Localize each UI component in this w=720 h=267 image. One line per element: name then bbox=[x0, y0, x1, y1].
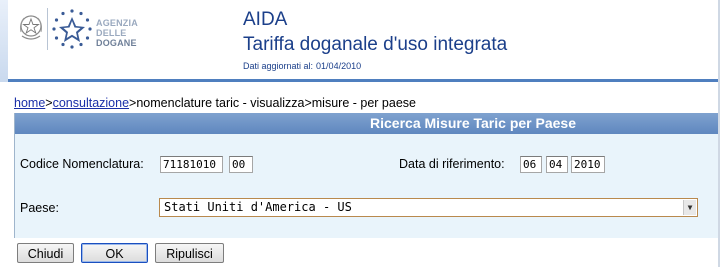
chevron-down-icon[interactable]: ▼ bbox=[683, 200, 696, 215]
breadcrumb-home-link[interactable]: home bbox=[14, 96, 45, 110]
logo-divider bbox=[47, 8, 48, 50]
app-subtitle: Tariffa doganale d'uso integrata bbox=[243, 34, 508, 55]
panel-title: Ricerca Misure Taric per Paese bbox=[15, 113, 720, 134]
data-month-input[interactable]: 04 bbox=[546, 156, 568, 173]
search-form-panel: Ricerca Misure Taric per Paese Codice No… bbox=[14, 113, 720, 238]
breadcrumb-separator: > bbox=[45, 96, 53, 110]
italian-republic-emblem-icon bbox=[19, 15, 43, 40]
ok-button[interactable]: OK bbox=[81, 243, 148, 263]
codice-suffix-input[interactable]: 00 bbox=[229, 156, 253, 173]
agency-line-3: DOGANE bbox=[96, 38, 137, 48]
agency-name: AGENZIA DELLE DOGANE bbox=[96, 18, 138, 48]
paese-label: Paese: bbox=[20, 201, 59, 215]
codice-nomenclatura-input[interactable]: 71181010 bbox=[160, 156, 223, 173]
date-value: 01/04/2010 bbox=[316, 61, 362, 71]
agenzia-dogane-stars-icon bbox=[52, 9, 92, 49]
paese-selected-value: Stati Uniti d'America - US bbox=[164, 200, 352, 214]
breadcrumb-consultazione-link[interactable]: consultazione bbox=[53, 96, 129, 110]
codice-label: Codice Nomenclatura: bbox=[20, 157, 144, 171]
header-stripe bbox=[0, 0, 8, 82]
data-riferimento-label: Data di riferimento: bbox=[399, 157, 505, 171]
data-day-input[interactable]: 06 bbox=[520, 156, 542, 173]
agency-line-1: AGENZIA bbox=[96, 18, 138, 28]
data-update-info: Dati aggiornati al: 01/04/2010 bbox=[243, 61, 361, 71]
breadcrumb-current-path: >nomenclature taric - visualizza>misure … bbox=[129, 96, 416, 110]
agency-line-2: DELLE bbox=[96, 28, 127, 38]
breadcrumb: home>consultazione>nomenclature taric - … bbox=[14, 96, 416, 110]
app-title: AIDA bbox=[243, 9, 288, 30]
chiudi-button[interactable]: Chiudi bbox=[17, 243, 74, 263]
app-header: AGENZIA DELLE DOGANE AIDA Tariffa dogana… bbox=[0, 0, 720, 82]
ripulisci-button[interactable]: Ripulisci bbox=[155, 243, 224, 263]
paese-select[interactable]: Stati Uniti d'America - US ▼ bbox=[159, 198, 698, 217]
data-year-input[interactable]: 2010 bbox=[571, 156, 605, 173]
date-label: Dati aggiornati al: bbox=[243, 61, 314, 71]
